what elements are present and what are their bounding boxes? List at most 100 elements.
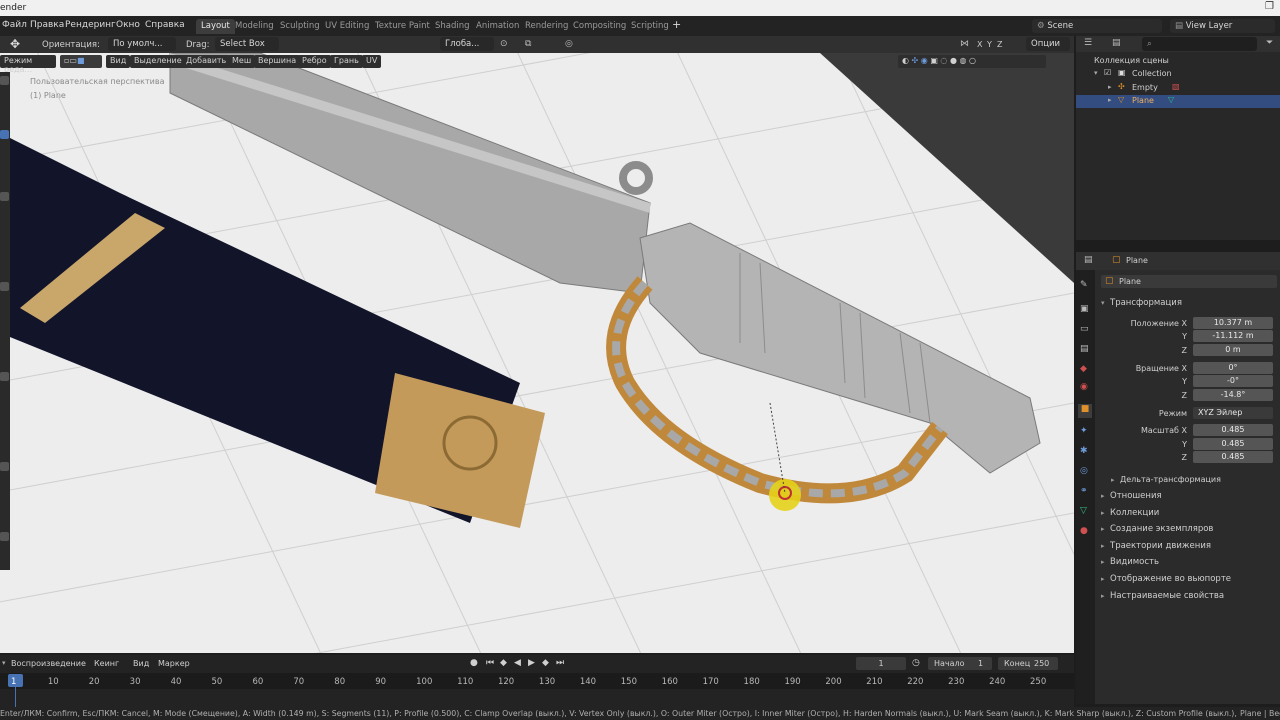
pivot-icon[interactable]: ⊙ bbox=[500, 39, 508, 49]
location-x-field[interactable]: 10.377 m bbox=[1193, 317, 1273, 329]
rotation-z-field[interactable]: -14.8° bbox=[1193, 389, 1273, 401]
outliner-item-plane[interactable]: ▸ ▽ Plane ▽ bbox=[1076, 95, 1280, 108]
wireframe-shading-icon[interactable]: ◌ bbox=[940, 56, 947, 65]
properties-editor-icon[interactable]: ▤ bbox=[1084, 255, 1093, 265]
jump-start-icon[interactable]: ⏮ bbox=[486, 658, 494, 668]
expand-arrow-icon[interactable]: ▾ bbox=[1094, 69, 1098, 77]
view-layer-tab-icon[interactable]: ▤ bbox=[1080, 344, 1089, 354]
material-shading-icon[interactable]: ◍ bbox=[959, 56, 966, 65]
menu-render[interactable]: Рендеринг bbox=[65, 20, 116, 30]
menu-window[interactable]: Окно bbox=[116, 20, 140, 30]
delta-transform-section[interactable]: Дельта-трансформация bbox=[1120, 475, 1221, 484]
expand-arrow-icon[interactable]: ▸ bbox=[1108, 83, 1112, 91]
menu-playback[interactable]: Воспроизведение bbox=[11, 659, 86, 668]
mode-dropdown[interactable]: Режим реда... bbox=[0, 55, 56, 74]
outliner-item-empty[interactable]: ▸ ✣ Empty ▧ bbox=[1076, 82, 1280, 95]
options-dropdown[interactable]: Опции bbox=[1026, 37, 1070, 51]
location-y-field[interactable]: -11.112 m bbox=[1193, 330, 1273, 342]
face-select-icon[interactable]: ■ bbox=[77, 56, 85, 65]
collapse-arrow-icon[interactable]: ▾ bbox=[1101, 299, 1105, 307]
drag-dropdown[interactable]: Select Box bbox=[215, 37, 279, 51]
menu-file[interactable]: Файл bbox=[2, 20, 27, 30]
relations-section[interactable]: Отношения bbox=[1110, 491, 1162, 501]
physics-tab-icon[interactable]: ◎ bbox=[1080, 466, 1088, 476]
object-name-field[interactable]: ▢ Plane bbox=[1101, 275, 1277, 288]
orientation-dropdown[interactable]: По умолч... bbox=[108, 37, 176, 51]
tab-sculpting[interactable]: Sculpting bbox=[275, 19, 325, 34]
collapse-arrow-icon[interactable]: ▸ bbox=[1101, 525, 1105, 533]
viewport-display-section[interactable]: Отображение во вьюпорте bbox=[1110, 574, 1231, 584]
location-z-field[interactable]: 0 m bbox=[1193, 344, 1273, 356]
checkbox-icon[interactable]: ☑ bbox=[1104, 68, 1111, 77]
viewport-shading-controls[interactable]: ◐ ✣ ◉ ▣ ◌ ● ◍ ○ bbox=[898, 55, 1046, 68]
expand-arrow-icon[interactable]: ▸ bbox=[1108, 96, 1112, 104]
menu-select[interactable]: Выделение bbox=[130, 55, 186, 68]
xray-icon[interactable]: ▣ bbox=[930, 56, 938, 65]
menu-face[interactable]: Грань bbox=[330, 55, 363, 68]
current-frame-field[interactable]: 1 bbox=[856, 657, 906, 670]
menu-view[interactable]: Вид bbox=[106, 55, 131, 68]
record-icon[interactable]: ● bbox=[470, 658, 478, 668]
display-mode-icon[interactable]: ▤ bbox=[1112, 38, 1121, 48]
data-tab-icon[interactable]: ▽ bbox=[1080, 506, 1087, 516]
menu-uv[interactable]: UV bbox=[362, 55, 382, 68]
tab-texture-paint[interactable]: Texture Paint bbox=[370, 19, 435, 34]
collections-section[interactable]: Коллекции bbox=[1110, 508, 1159, 518]
collapse-arrow-icon[interactable]: ▸ bbox=[1101, 592, 1105, 600]
instancing-section[interactable]: Создание экземпляров bbox=[1110, 524, 1213, 534]
material-tab-icon[interactable]: ● bbox=[1080, 526, 1088, 536]
particles-tab-icon[interactable]: ✱ bbox=[1080, 446, 1088, 456]
start-frame-field[interactable]: Начало 1 bbox=[928, 657, 992, 670]
menu-mesh[interactable]: Меш bbox=[228, 55, 256, 68]
menu-add[interactable]: Добавить bbox=[182, 55, 231, 68]
output-tab-icon[interactable]: ▭ bbox=[1080, 324, 1089, 334]
outliner-search-input[interactable]: ⌕ bbox=[1142, 37, 1257, 51]
tool-tab-icon[interactable]: ✎ bbox=[1080, 280, 1088, 290]
timeline-editor-icon[interactable]: ▾ bbox=[2, 659, 6, 667]
snap-icon[interactable]: ⧉ bbox=[525, 39, 531, 49]
object-tab-icon[interactable]: ■ bbox=[1078, 404, 1092, 418]
select-mode-buttons[interactable]: ▫▭■ bbox=[60, 55, 102, 68]
collapse-arrow-icon[interactable]: ▸ bbox=[1101, 542, 1105, 550]
rendered-shading-icon[interactable]: ○ bbox=[969, 56, 976, 65]
rotation-x-field[interactable]: 0° bbox=[1193, 362, 1273, 374]
tab-scripting[interactable]: Scripting bbox=[626, 19, 674, 34]
tab-rendering[interactable]: Rendering bbox=[520, 19, 573, 34]
scale-x-field[interactable]: 0.485 bbox=[1193, 424, 1273, 436]
proportional-edit-icon[interactable]: ◎ bbox=[565, 39, 573, 49]
add-workspace-button[interactable]: + bbox=[672, 18, 681, 31]
mirror-icon[interactable]: ⋈ bbox=[960, 39, 969, 49]
move-tool-icon[interactable]: ✥ bbox=[10, 37, 20, 51]
visibility-icon[interactable]: ◐ bbox=[902, 56, 909, 65]
gizmo-icon[interactable]: ✣ bbox=[912, 56, 919, 65]
transform-panel-title[interactable]: Трансформация bbox=[1110, 298, 1182, 308]
tab-modeling[interactable]: Modeling bbox=[230, 19, 279, 34]
menu-vertex[interactable]: Вершина bbox=[254, 55, 301, 68]
edge-select-icon[interactable]: ▭ bbox=[69, 56, 77, 65]
motion-paths-section[interactable]: Траектории движения bbox=[1110, 541, 1211, 551]
menu-timeline-view[interactable]: Вид bbox=[133, 659, 149, 668]
mirror-axis-y[interactable]: Y bbox=[987, 40, 992, 49]
extrude-tool-icon[interactable] bbox=[0, 462, 9, 471]
modifier-tab-icon[interactable]: ✦ bbox=[1080, 426, 1088, 436]
view-layer-selector[interactable]: ▤ View Layer bbox=[1170, 19, 1275, 33]
restore-window-icon[interactable]: ❐ bbox=[1265, 1, 1274, 12]
visibility-section[interactable]: Видимость bbox=[1110, 557, 1159, 567]
render-tab-icon[interactable]: ▣ bbox=[1080, 304, 1089, 314]
transform-orientation-dropdown[interactable]: Глоба... bbox=[440, 37, 494, 51]
custom-properties-section[interactable]: Настраиваемые свойства bbox=[1110, 591, 1224, 601]
jump-end-icon[interactable]: ⏭ bbox=[556, 658, 564, 668]
tab-shading[interactable]: Shading bbox=[430, 19, 475, 34]
outliner-collection[interactable]: ▾ ☑ ▣ Collection bbox=[1076, 68, 1280, 81]
scene-selector[interactable]: ⚙ Scene bbox=[1032, 19, 1162, 33]
collapse-arrow-icon[interactable]: ▸ bbox=[1101, 575, 1105, 583]
menu-marker[interactable]: Маркер bbox=[158, 659, 190, 668]
menu-help[interactable]: Справка bbox=[145, 20, 185, 30]
overlay-icon[interactable]: ◉ bbox=[921, 56, 928, 65]
scale-y-field[interactable]: 0.485 bbox=[1193, 438, 1273, 450]
mirror-axis-z[interactable]: Z bbox=[997, 40, 1002, 49]
next-keyframe-icon[interactable]: ◆ bbox=[542, 658, 549, 668]
constraints-tab-icon[interactable]: ⚭ bbox=[1080, 486, 1088, 496]
rotation-mode-dropdown[interactable]: XYZ Эйлер bbox=[1193, 407, 1273, 419]
play-reverse-icon[interactable]: ◀ bbox=[514, 658, 521, 668]
